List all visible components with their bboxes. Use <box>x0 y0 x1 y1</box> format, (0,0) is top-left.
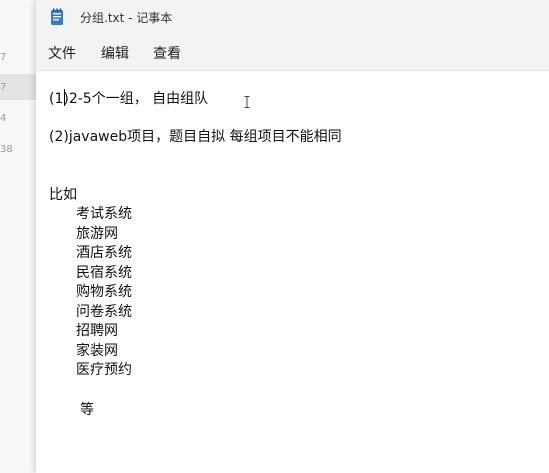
notepad-icon <box>50 8 64 26</box>
background-number: 4 <box>0 113 7 124</box>
ibeam-cursor-icon <box>244 93 250 108</box>
menu-view[interactable]: 查看 <box>153 43 181 63</box>
example-item: 问卷系统 <box>76 304 132 320</box>
menu-edit[interactable]: 编辑 <box>101 43 129 63</box>
example-item: 医疗预约 <box>76 362 132 378</box>
examples-label: 比如 <box>49 187 77 203</box>
window-title: 分组.txt - 记事本 <box>80 11 173 25</box>
example-item: 招聘网 <box>76 323 118 339</box>
notepad-window: 分组.txt - 记事本 文件 编辑 查看 (1)2-5个一组， 自由组队 (2… <box>36 0 549 473</box>
text-editor[interactable]: (1)2-5个一组， 自由组队 (2)javaweb项目，题目自拟 每组项目不能… <box>36 71 549 473</box>
etc-text: 等 <box>80 402 94 418</box>
background-number: 7 <box>0 82 7 93</box>
example-item: 考试系统 <box>76 206 132 222</box>
text-line-1: (1)2-5个一组， 自由组队 <box>49 91 209 107</box>
background-window-strip <box>0 0 36 473</box>
title-bar[interactable]: 分组.txt - 记事本 <box>36 0 549 34</box>
menu-bar: 文件 编辑 查看 <box>36 34 549 71</box>
example-item: 民宿系统 <box>76 265 132 281</box>
background-number: 38 <box>0 144 13 155</box>
background-number: 7 <box>0 52 7 63</box>
example-item: 购物系统 <box>76 284 132 300</box>
example-item: 旅游网 <box>76 226 118 242</box>
text-line-2: (2)javaweb项目，题目自拟 每组项目不能相同 <box>49 129 342 145</box>
example-item: 酒店系统 <box>76 245 132 261</box>
example-item: 家装网 <box>76 343 118 359</box>
menu-file[interactable]: 文件 <box>48 43 76 63</box>
